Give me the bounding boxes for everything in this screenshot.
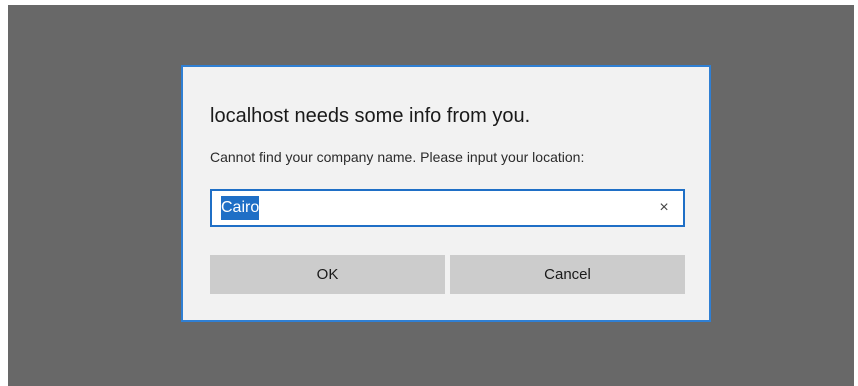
- location-input-container: ×: [210, 189, 685, 227]
- prompt-dialog: localhost needs some info from you. Cann…: [181, 65, 711, 322]
- ok-button[interactable]: OK: [210, 255, 445, 294]
- dialog-title: localhost needs some info from you.: [210, 105, 531, 127]
- cancel-button[interactable]: Cancel: [450, 255, 685, 294]
- dialog-message: Cannot find your company name. Please in…: [210, 149, 585, 165]
- location-input[interactable]: [221, 196, 641, 220]
- clear-icon[interactable]: ×: [655, 199, 673, 217]
